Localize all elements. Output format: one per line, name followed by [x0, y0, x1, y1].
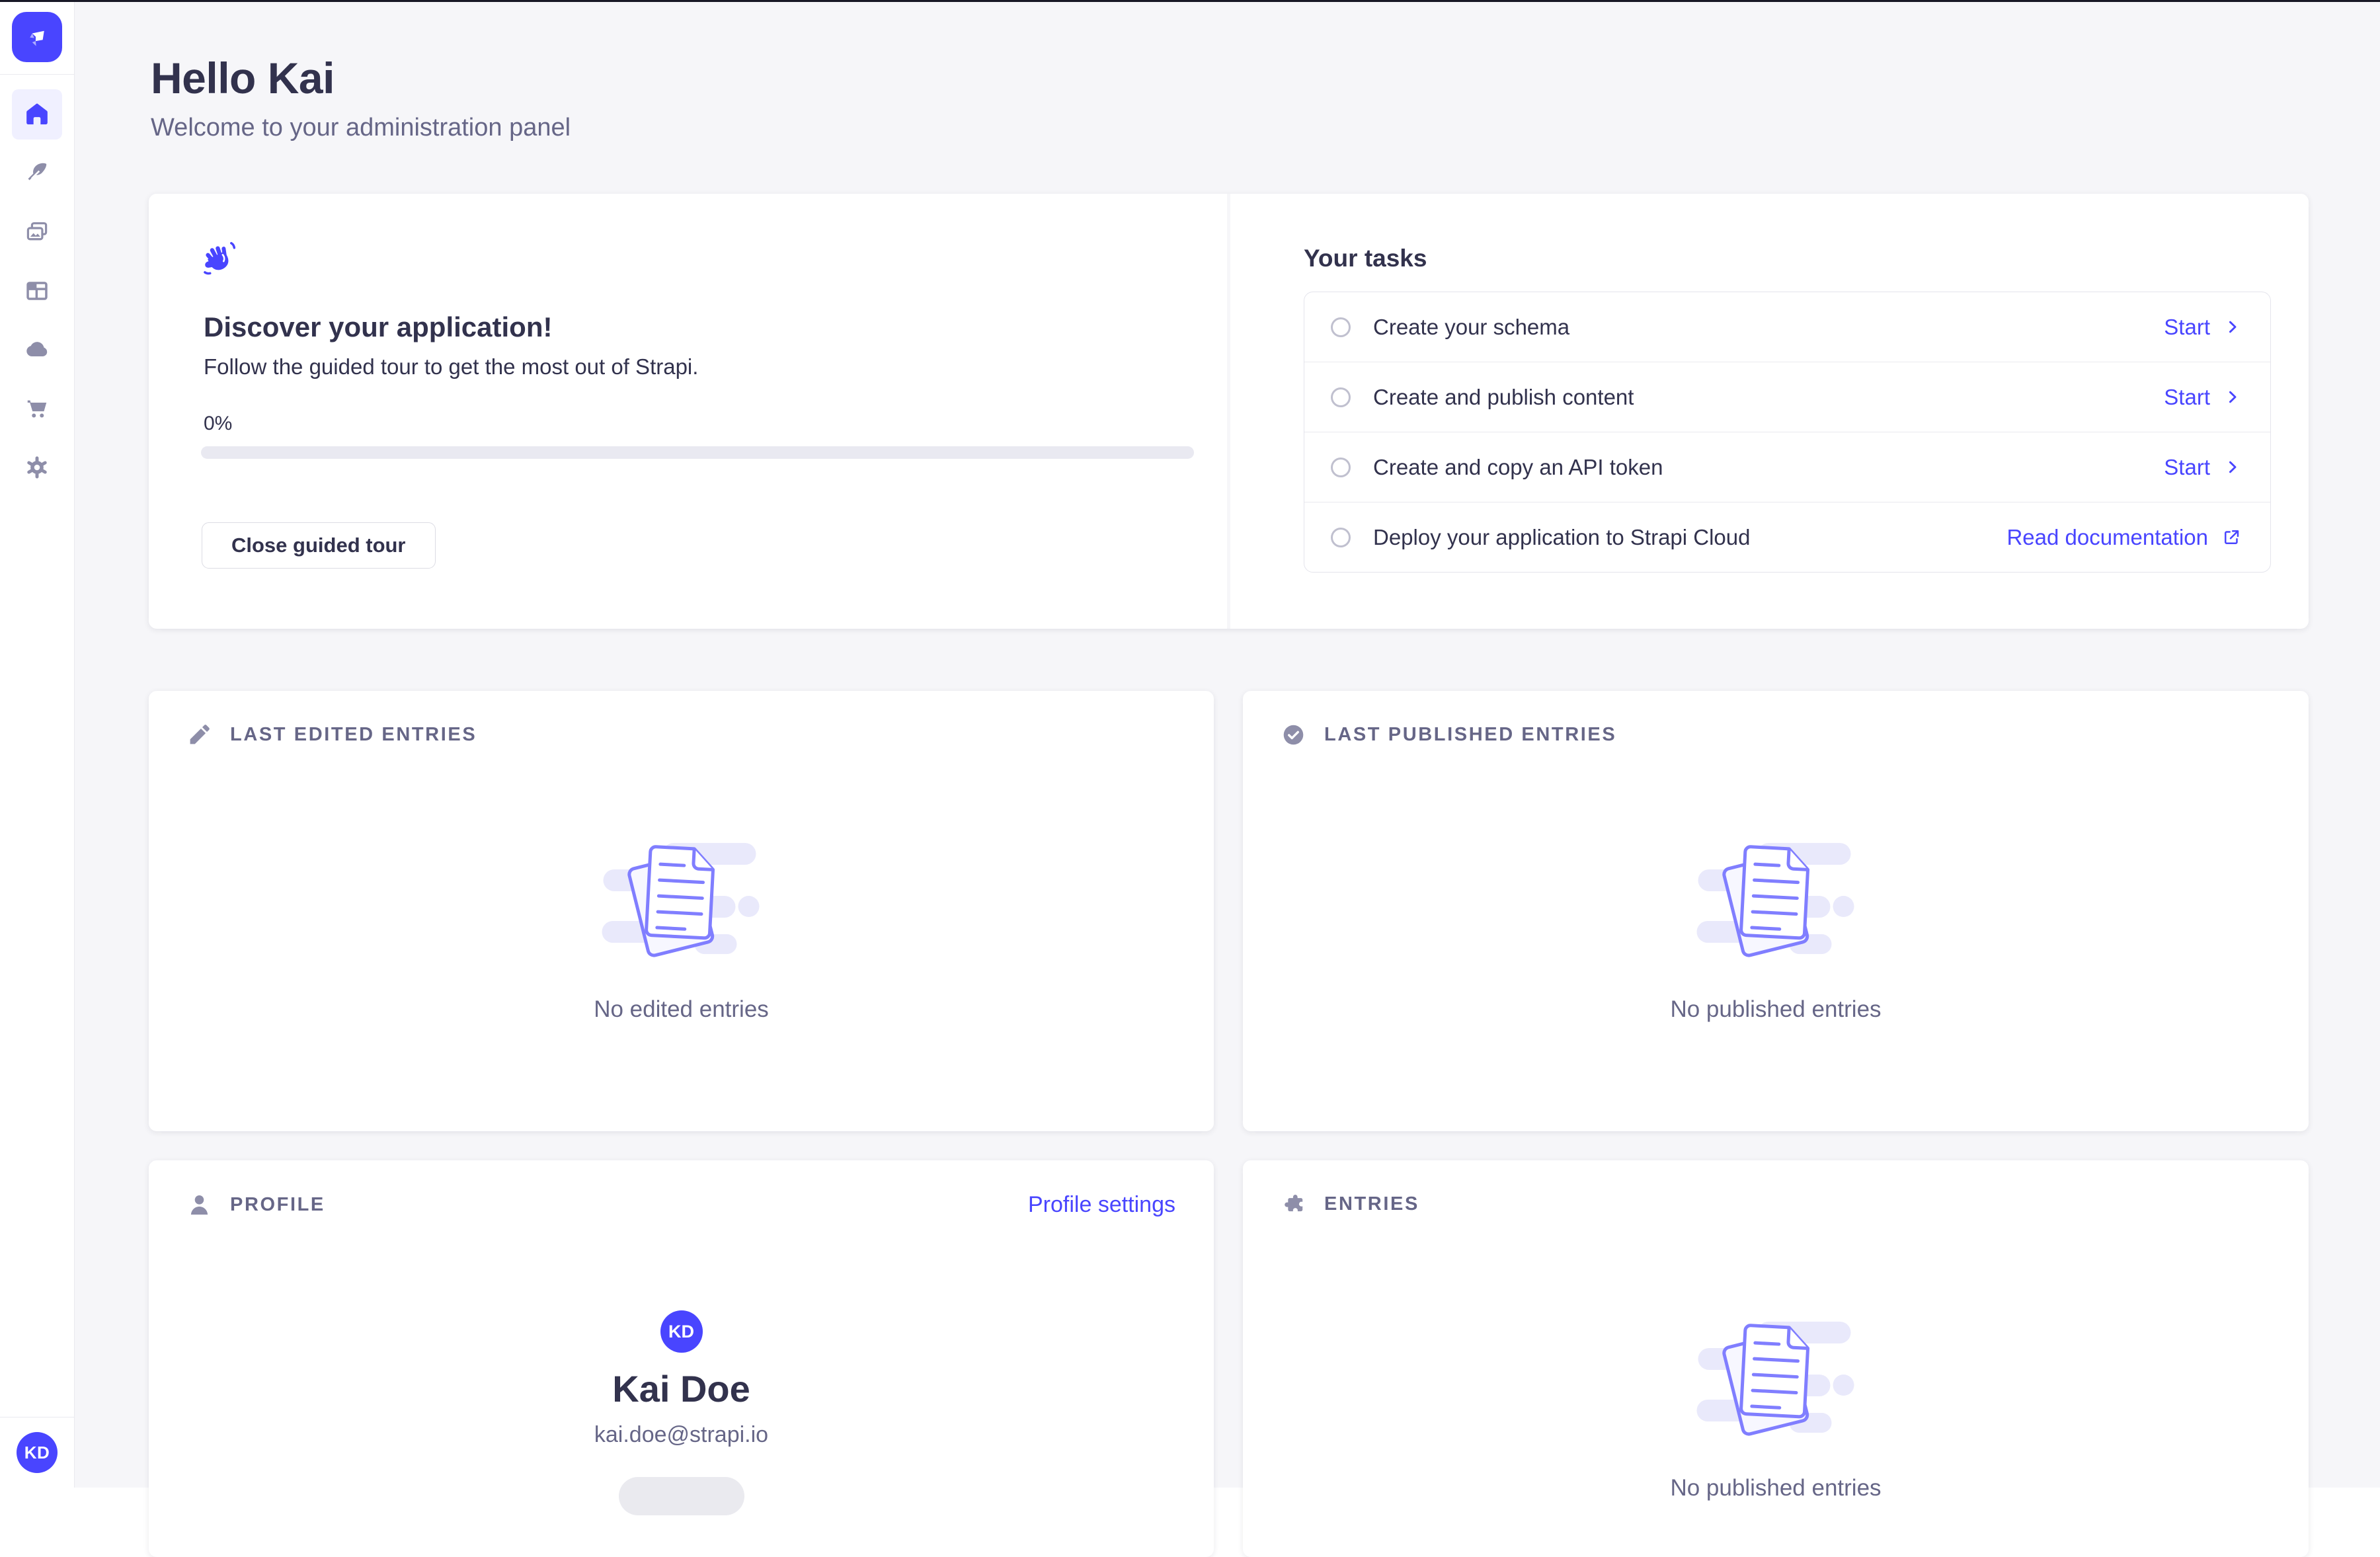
sidebar-user-area: KD — [0, 1417, 74, 1488]
task-radio[interactable] — [1331, 458, 1351, 477]
task-action-link[interactable]: Start — [2164, 385, 2241, 410]
sidebar-item-settings[interactable] — [12, 442, 62, 493]
empty-state: No published entries — [1243, 1314, 2309, 1501]
user-avatar[interactable]: KD — [17, 1432, 58, 1473]
home-icon — [24, 101, 50, 128]
widget-title: PROFILE — [230, 1194, 325, 1216]
empty-state: No edited entries — [149, 835, 1214, 1023]
progress-bar — [201, 446, 1194, 459]
empty-state-text: No published entries — [1670, 1475, 1881, 1501]
gear-icon — [24, 455, 50, 480]
task-action-label: Start — [2164, 385, 2210, 410]
widget-header: LAST PUBLISHED ENTRIES — [1281, 723, 2270, 747]
entries-card: ENTRIES No published entries — [1243, 1160, 2309, 1557]
sidebar-item-cloud[interactable] — [12, 325, 62, 375]
widget-header: PROFILE Profile settings — [187, 1192, 1175, 1218]
widget-title: LAST EDITED ENTRIES — [230, 724, 477, 746]
profile-name: Kai Doe — [149, 1367, 1214, 1410]
chevron-right-icon — [2223, 458, 2241, 476]
chevron-right-icon — [2223, 388, 2241, 406]
task-radio[interactable] — [1331, 528, 1351, 547]
sidebar-item-home[interactable] — [12, 89, 62, 140]
guided-tour-panel: Discover your application! Follow the gu… — [149, 194, 2309, 629]
task-radio[interactable] — [1331, 317, 1351, 337]
widget-header: ENTRIES — [1281, 1192, 2270, 1217]
page-header: Hello Kai Welcome to your administration… — [151, 54, 571, 143]
profile-role-badge — [619, 1477, 744, 1515]
person-icon — [187, 1193, 212, 1217]
empty-documents-illustration — [1695, 835, 1857, 961]
tasks-panel: Your tasks Create your schema Start Crea… — [1230, 194, 2309, 629]
profile-email: kai.doe@strapi.io — [149, 1422, 1214, 1448]
task-action-label: Read documentation — [2006, 525, 2208, 550]
page-subtitle: Welcome to your administration panel — [151, 112, 571, 143]
feather-icon — [24, 161, 50, 186]
check-circle-icon — [1281, 723, 1306, 747]
strapi-admin-homepage: KD Hello Kai Welcome to your administrat… — [0, 0, 2380, 1488]
page-title: Hello Kai — [151, 54, 571, 102]
waving-hand-icon — [202, 240, 239, 280]
task-label: Create and publish content — [1373, 385, 1634, 410]
chevron-right-icon — [2223, 318, 2241, 336]
empty-state-text: No edited entries — [594, 996, 769, 1023]
widget-title: ENTRIES — [1324, 1193, 1419, 1215]
last-edited-entries-card: LAST EDITED ENTRIES No edited entries — [149, 691, 1214, 1131]
task-label: Create and copy an API token — [1373, 455, 1663, 480]
task-action-link[interactable]: Start — [2164, 315, 2241, 340]
sidebar: KD — [0, 0, 75, 1488]
cart-icon — [24, 396, 50, 421]
empty-documents-illustration — [1695, 1314, 1857, 1439]
sidebar-nav — [0, 75, 74, 493]
empty-documents-illustration — [600, 835, 762, 961]
guided-tour-description: Follow the guided tour to get the most o… — [204, 353, 698, 381]
external-link-icon — [2221, 528, 2241, 547]
guided-tour-card: Discover your application! Follow the gu… — [149, 194, 1227, 629]
pencil-icon — [187, 723, 212, 747]
empty-state-text: No published entries — [1670, 996, 1881, 1023]
tasks-list: Create your schema Start Create and publ… — [1304, 292, 2271, 573]
task-radio[interactable] — [1331, 387, 1351, 407]
task-action-link[interactable]: Read documentation — [2006, 525, 2241, 550]
images-icon — [24, 220, 50, 245]
strapi-logo[interactable] — [12, 12, 62, 62]
task-row: Create and copy an API token Start — [1304, 432, 2270, 502]
cloud-icon — [24, 337, 50, 362]
profile-card: PROFILE Profile settings KD Kai Doe kai.… — [149, 1160, 1214, 1557]
sidebar-item-media-library[interactable] — [12, 207, 62, 257]
profile-avatar: KD — [660, 1310, 703, 1353]
sidebar-item-content-type-builder[interactable] — [12, 266, 62, 316]
empty-state: No published entries — [1243, 835, 2309, 1023]
task-label: Deploy your application to Strapi Cloud — [1373, 525, 1751, 550]
task-action-label: Start — [2164, 455, 2210, 480]
last-published-entries-card: LAST PUBLISHED ENTRIES No published entr… — [1243, 691, 2309, 1131]
task-row: Create and publish content Start — [1304, 362, 2270, 432]
guided-tour-title: Discover your application! — [204, 310, 552, 344]
sidebar-item-marketplace[interactable] — [12, 383, 62, 434]
task-label: Create your schema — [1373, 315, 1569, 340]
task-row: Create your schema Start — [1304, 292, 2270, 362]
sidebar-item-content-manager[interactable] — [12, 148, 62, 198]
widget-title: LAST PUBLISHED ENTRIES — [1324, 724, 1616, 746]
task-action-label: Start — [2164, 315, 2210, 340]
layout-icon — [24, 278, 50, 303]
puzzle-icon — [1281, 1192, 1306, 1217]
tasks-title: Your tasks — [1304, 245, 1427, 272]
logo-area — [0, 0, 74, 75]
task-action-link[interactable]: Start — [2164, 455, 2241, 480]
profile-settings-link[interactable]: Profile settings — [1028, 1192, 1175, 1218]
close-guided-tour-button[interactable]: Close guided tour — [202, 522, 436, 569]
progress-label: 0% — [204, 413, 232, 435]
widget-header: LAST EDITED ENTRIES — [187, 723, 1175, 747]
window-top-border — [0, 0, 2380, 2]
task-row: Deploy your application to Strapi Cloud … — [1304, 502, 2270, 572]
strapi-logo-icon — [22, 22, 52, 52]
